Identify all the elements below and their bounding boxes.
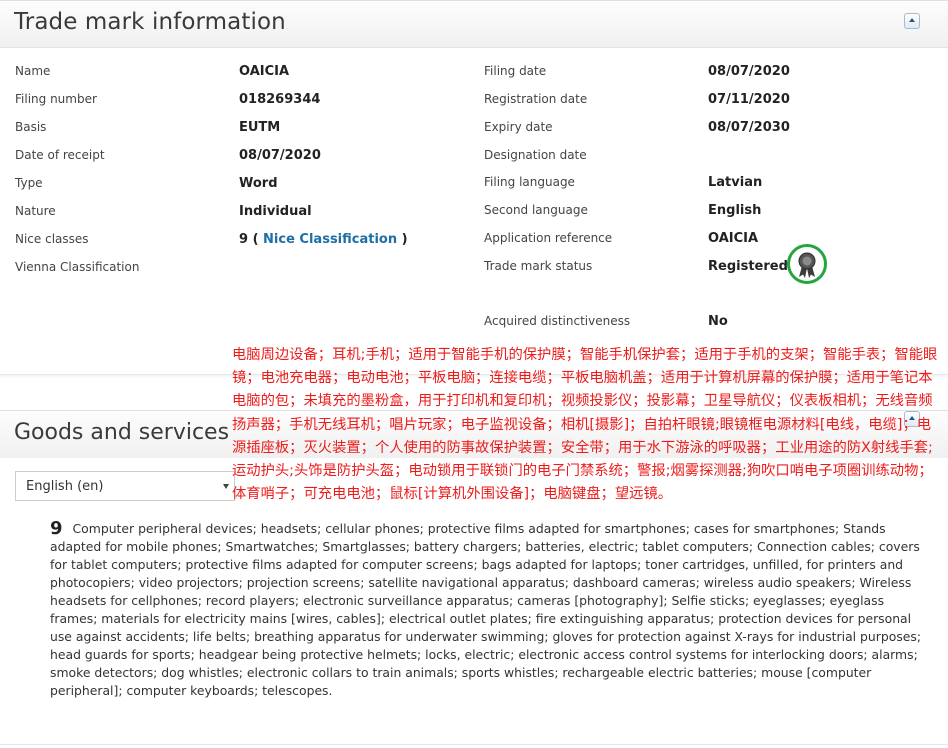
vienna-classification-label: Vienna Classification xyxy=(15,260,140,274)
name-label: Name xyxy=(15,64,51,78)
trademark-status-value: Registered xyxy=(708,259,788,274)
chinese-translation-overlay: 电脑周边设备；耳机;手机；适用于智能手机的保护膜；智能手机保护套；适用于手机的支… xyxy=(232,347,938,503)
bottom-divider xyxy=(0,744,948,745)
nice-classes-value: 9 ( Nice Classification ) xyxy=(239,232,408,247)
language-select[interactable]: English (en) xyxy=(15,471,235,501)
language-selected: English (en) xyxy=(26,479,104,494)
date-of-receipt-label: Date of receipt xyxy=(15,148,105,162)
class-goods-text: Computer peripheral devices; headsets; c… xyxy=(50,521,922,698)
second-language-label: Second language xyxy=(484,203,588,217)
nice-class-suffix: ) xyxy=(397,232,408,247)
second-language-value: English xyxy=(708,203,762,218)
expiry-date-label: Expiry date xyxy=(484,120,553,134)
acquired-distinctiveness-value: No xyxy=(708,314,728,329)
trademark-status-label: Trade mark status xyxy=(484,259,593,273)
nice-classes-label: Nice classes xyxy=(15,232,89,246)
filing-date-value: 08/07/2020 xyxy=(708,64,790,79)
date-of-receipt-value: 08/07/2020 xyxy=(239,148,321,163)
nice-class-number: 9 ( xyxy=(239,232,264,247)
nice-classification-link[interactable]: Nice Classification xyxy=(263,232,397,247)
class-number: 9 xyxy=(50,518,63,539)
collapse-trademark-button[interactable] xyxy=(904,13,920,29)
chevron-up-icon xyxy=(909,18,915,22)
chevron-down-icon xyxy=(223,484,229,489)
application-reference-value: OAICIA xyxy=(708,231,759,246)
nature-value: Individual xyxy=(239,204,312,219)
filing-number-label: Filing number xyxy=(15,92,97,106)
nature-label: Nature xyxy=(15,204,56,218)
basis-value: EUTM xyxy=(239,120,281,135)
goods-class-item: 9 Computer peripheral devices; headsets; … xyxy=(50,520,930,700)
acquired-distinctiveness-label: Acquired distinctiveness xyxy=(484,314,631,328)
registration-date-value: 07/11/2020 xyxy=(708,92,790,107)
filing-language-label: Filing language xyxy=(484,175,575,189)
filing-date-label: Filing date xyxy=(484,64,547,78)
type-value: Word xyxy=(239,176,278,191)
filing-language-value: Latvian xyxy=(708,175,763,190)
basis-label: Basis xyxy=(15,120,47,134)
name-value: OAICIA xyxy=(239,64,290,79)
application-reference-label: Application reference xyxy=(484,231,613,245)
type-label: Type xyxy=(15,176,43,190)
filing-number-value: 018269344 xyxy=(239,92,321,107)
designation-date-label: Designation date xyxy=(484,148,587,162)
trademark-info-title: Trade mark information xyxy=(14,9,286,35)
award-ribbon-icon xyxy=(787,244,827,284)
registration-date-label: Registration date xyxy=(484,92,588,106)
goods-services-title: Goods and services xyxy=(14,420,230,445)
expiry-date-value: 08/07/2030 xyxy=(708,120,790,135)
